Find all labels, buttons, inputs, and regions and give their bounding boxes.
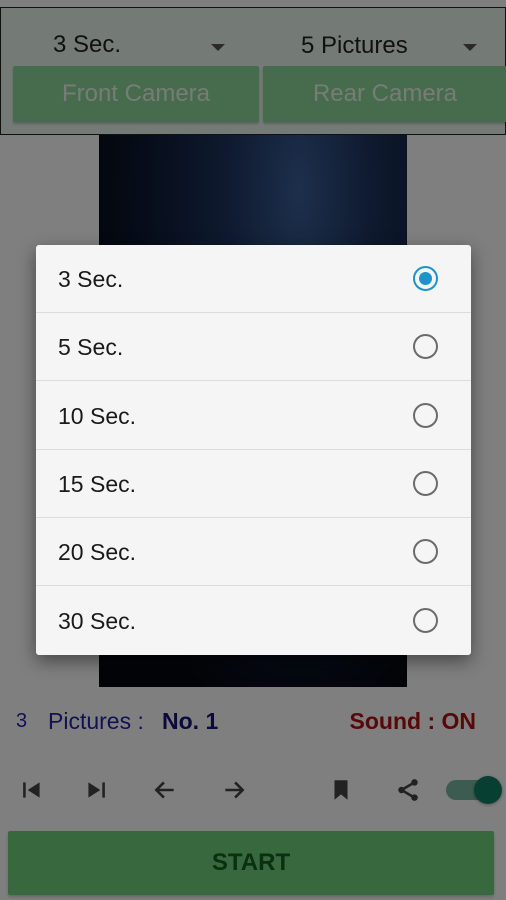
radio-button[interactable] [413,334,438,359]
radio-button-checked[interactable] [413,266,438,291]
radio-button[interactable] [413,403,438,428]
option-label: 20 Sec. [58,539,136,565]
dialog-option-5-sec[interactable]: 5 Sec. [36,313,471,381]
dialog-option-30-sec[interactable]: 30 Sec. [36,587,471,655]
option-label: 3 Sec. [58,266,124,292]
option-label: 10 Sec. [58,403,136,429]
option-label: 5 Sec. [58,334,124,360]
dialog-option-15-sec[interactable]: 15 Sec. [36,450,471,518]
dialog-option-20-sec[interactable]: 20 Sec. [36,518,471,586]
option-label: 15 Sec. [58,471,136,497]
radio-button[interactable] [413,608,438,633]
option-label: 30 Sec. [58,608,136,634]
radio-button[interactable] [413,471,438,496]
dialog-option-10-sec[interactable]: 10 Sec. [36,382,471,450]
delay-options-dialog: 3 Sec. 5 Sec. 10 Sec. 15 Sec. 20 Sec. 30… [36,245,471,655]
dialog-option-3-sec[interactable]: 3 Sec. [36,245,471,313]
radio-button[interactable] [413,539,438,564]
